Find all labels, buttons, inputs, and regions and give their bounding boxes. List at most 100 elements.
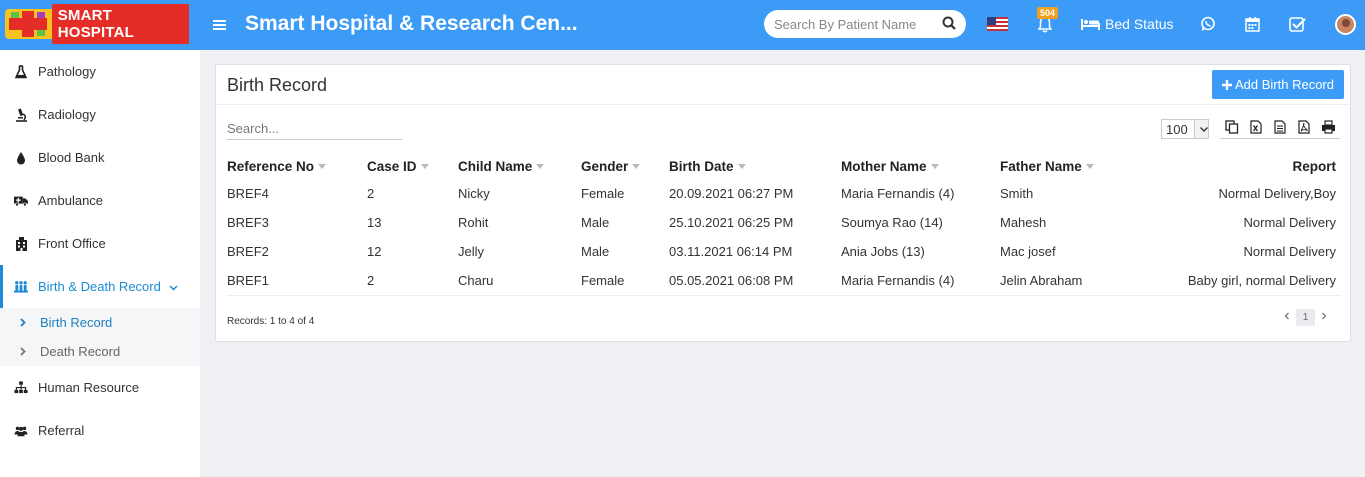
- panel-header: Birth Record Add Birth Record: [216, 65, 1350, 105]
- chevron-right-icon: [20, 345, 26, 359]
- column-header-gender[interactable]: Gender: [581, 153, 669, 179]
- page-size-select[interactable]: 100: [1161, 119, 1209, 139]
- cell-birth-date: 03.11.2021 06:14 PM: [669, 244, 793, 259]
- sidebar-item-referral[interactable]: Referral: [0, 409, 200, 452]
- sidebar-item-birth-death-record[interactable]: Birth & Death Record: [0, 265, 200, 308]
- table-row[interactable]: BREF3 13 Rohit Male 25.10.2021 06:25 PM …: [227, 208, 1341, 237]
- sort-caret-icon: [420, 164, 429, 170]
- task-checkbox-icon[interactable]: [1289, 16, 1306, 35]
- table-row[interactable]: BREF2 12 Jelly Male 03.11.2021 06:14 PM …: [227, 237, 1341, 266]
- submenu-item-birth-record[interactable]: Birth Record: [0, 308, 200, 337]
- submenu-item-death-record[interactable]: Death Record: [0, 337, 200, 366]
- csv-file-icon[interactable]: [1272, 119, 1288, 135]
- sidebar-item-human-resource[interactable]: Human Resource: [0, 366, 200, 409]
- column-header-father-name[interactable]: Father Name: [1000, 153, 1145, 179]
- cell-case-id: 12: [367, 244, 382, 259]
- cell-report: Normal Delivery,Boy: [1218, 186, 1336, 201]
- cell-gender: Male: [581, 244, 610, 259]
- sidebar-item-label: Referral: [38, 423, 85, 438]
- sidebar-item-label: Pathology: [38, 64, 96, 79]
- patient-search-input[interactable]: [774, 16, 934, 32]
- ambulance-icon: [14, 194, 28, 208]
- cell-mother-name: Ania Jobs (13): [841, 244, 925, 259]
- cell-father-name: Mahesh: [1000, 215, 1047, 230]
- sort-caret-icon: [930, 164, 939, 170]
- logo-cross-icon: [5, 9, 48, 39]
- bed-icon: [1081, 19, 1100, 30]
- cell-report: Baby girl, normal Delivery: [1145, 266, 1341, 296]
- top-header: SMART HOSPITAL Smart Hospital & Research…: [0, 0, 1365, 50]
- calendar-icon[interactable]: [1245, 16, 1260, 35]
- cell-child-name: Jelly: [458, 244, 485, 259]
- cell-report: Normal Delivery: [1243, 215, 1336, 230]
- hamburger-menu-icon[interactable]: [213, 15, 226, 36]
- table-search-input[interactable]: [227, 118, 402, 140]
- table-row[interactable]: BREF4 2 Nicky Female 20.09.2021 06:27 PM…: [227, 179, 1341, 208]
- sort-caret-icon: [737, 164, 746, 170]
- copy-icon[interactable]: [1224, 119, 1240, 135]
- cell-child-name: Nicky: [458, 186, 490, 201]
- chevron-down-icon: [169, 279, 178, 294]
- add-birth-record-label: Add Birth Record: [1235, 77, 1334, 92]
- sidebar-item-label: Human Resource: [38, 380, 140, 395]
- sidebar-item-radiology[interactable]: Radiology: [0, 93, 200, 136]
- cell-gender: Male: [581, 215, 610, 230]
- records-info: Records: 1 to 4 of 4: [227, 316, 315, 327]
- sidebar-item-ambulance[interactable]: Ambulance: [0, 179, 200, 222]
- notification-count-badge: 504: [1037, 7, 1059, 19]
- cell-child-name: Rohit: [458, 215, 489, 230]
- us-flag-icon[interactable]: [987, 17, 1008, 31]
- cell-father-name: Smith: [1000, 186, 1034, 201]
- microscope-icon: [14, 107, 28, 122]
- whatsapp-icon[interactable]: [1200, 16, 1216, 35]
- cell-father-name: Mac josef: [1000, 244, 1056, 259]
- cell-birth-date: 05.05.2021 06:08 PM: [669, 266, 841, 296]
- column-header-child-name[interactable]: Child Name: [458, 153, 581, 179]
- print-icon[interactable]: [1320, 119, 1336, 135]
- cell-birth-date: 25.10.2021 06:25 PM: [669, 215, 794, 230]
- cell-mother-name: Maria Fernandis (4): [841, 266, 1000, 296]
- cell-mother-name: Maria Fernandis (4): [841, 186, 955, 201]
- add-birth-record-button[interactable]: Add Birth Record: [1212, 70, 1344, 99]
- sitemap-icon: [14, 381, 28, 395]
- pagination-next-icon[interactable]: [1321, 312, 1327, 323]
- sort-caret-icon: [1085, 164, 1094, 170]
- pagination-page-button[interactable]: 1: [1296, 309, 1315, 326]
- bell-icon[interactable]: [1037, 16, 1053, 36]
- drop-icon: [14, 151, 28, 165]
- cell-gender: Female: [581, 186, 625, 201]
- pagination-prev-icon[interactable]: [1284, 312, 1290, 323]
- table-header-row: Reference No Case ID Child Name Gender B…: [227, 153, 1341, 179]
- plus-icon: [1222, 79, 1232, 90]
- sidebar-item-pathology[interactable]: Pathology: [0, 50, 200, 93]
- users-icon: [14, 424, 28, 438]
- birth-record-panel: Birth Record Add Birth Record 100 Refere…: [215, 64, 1351, 342]
- excel-icon[interactable]: [1248, 119, 1264, 135]
- sidebar: Pathology Radiology Blood Bank Ambulance…: [0, 50, 200, 477]
- cell-child-name: Charu: [458, 266, 581, 296]
- pdf-icon[interactable]: [1296, 119, 1312, 135]
- bed-status-button[interactable]: Bed Status: [1081, 16, 1174, 32]
- chevron-right-icon: [20, 316, 26, 330]
- column-header-report: Report: [1292, 158, 1337, 174]
- submenu-item-label: Birth Record: [40, 315, 113, 330]
- cell-birth-date: 20.09.2021 06:27 PM: [669, 186, 794, 201]
- cell-mother-name: Soumya Rao (14): [841, 215, 943, 230]
- chevron-down-icon: [1194, 120, 1208, 138]
- user-avatar[interactable]: [1335, 14, 1356, 35]
- table-row[interactable]: BREF1 2 Charu Female 05.05.2021 06:08 PM…: [227, 266, 1341, 296]
- column-header-mother-name[interactable]: Mother Name: [841, 153, 1000, 179]
- app-logo[interactable]: SMART HOSPITAL: [5, 4, 189, 44]
- column-header-reference-no[interactable]: Reference No: [227, 153, 367, 179]
- column-header-case-id[interactable]: Case ID: [367, 153, 458, 179]
- cell-reference-no: BREF3: [227, 215, 269, 230]
- cell-reference-no: BREF1: [227, 266, 367, 296]
- patient-search-box: [764, 10, 966, 38]
- search-icon[interactable]: [942, 16, 956, 33]
- birth-death-submenu: Birth Record Death Record: [0, 308, 200, 366]
- sidebar-item-blood-bank[interactable]: Blood Bank: [0, 136, 200, 179]
- column-header-birth-date[interactable]: Birth Date: [669, 153, 841, 179]
- sidebar-item-label: Radiology: [38, 107, 96, 122]
- bed-status-label: Bed Status: [1105, 16, 1174, 32]
- sidebar-item-front-office[interactable]: Front Office: [0, 222, 200, 265]
